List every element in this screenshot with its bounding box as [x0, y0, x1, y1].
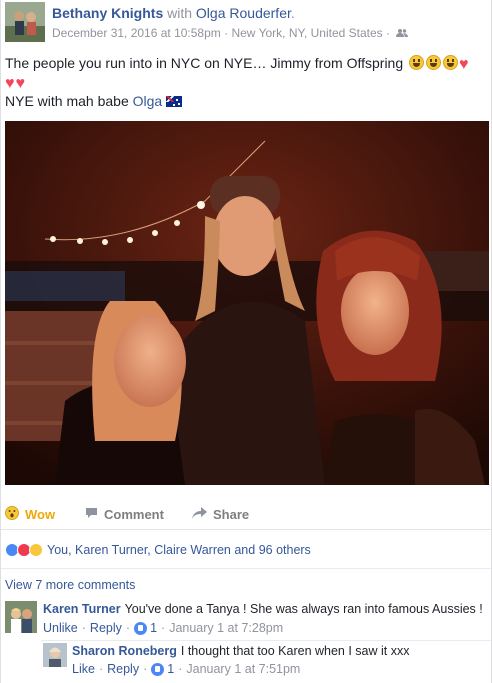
comment-icon — [85, 507, 98, 522]
comment-author-link[interactable]: Karen Turner — [43, 602, 121, 616]
reply-divider — [41, 640, 491, 641]
heart-icon: ♥ — [5, 75, 15, 92]
caption-text: The people you run into in NYC on NYE… J… — [5, 55, 404, 71]
reply-avatar[interactable] — [43, 643, 67, 667]
author-avatar[interactable] — [5, 2, 45, 42]
reply-link[interactable]: Reply — [90, 621, 122, 635]
post-timestamp[interactable]: December 31, 2016 at 10:58pm — [52, 26, 221, 40]
share-button[interactable]: Share — [192, 504, 249, 524]
share-icon — [192, 506, 207, 522]
comment-item: Karen Turner You've done a Tanya ! She wa… — [43, 602, 483, 616]
wow-reaction-button[interactable]: Wow — [5, 504, 55, 524]
grinning-face-icon — [426, 55, 442, 70]
reply-text: I thought that too Karen when I saw it x… — [180, 644, 410, 658]
comment-timestamp[interactable]: January 1 at 7:28pm — [169, 621, 283, 635]
comment-button[interactable]: Comment — [85, 504, 164, 524]
reply-author-link[interactable]: Sharon Roneberg — [72, 644, 177, 658]
reactions-summary[interactable]: You, Karen Turner, Claire Warren and 96 … — [5, 540, 311, 560]
share-label: Share — [213, 506, 250, 522]
view-more-comments-link[interactable]: View 7 more comments — [5, 578, 135, 592]
reply-item: Sharon Roneberg I thought that too Karen … — [72, 644, 409, 658]
wow-label: Wow — [25, 506, 56, 522]
divider — [1, 568, 491, 569]
like-count-icon[interactable] — [151, 662, 165, 676]
post-author-line: Bethany Knights with Olga Rouderfer. — [52, 5, 295, 21]
post-location[interactable]: New York, NY, United States — [231, 26, 382, 40]
comment-text: You've done a Tanya ! She was always ran… — [124, 602, 483, 616]
reply-timestamp[interactable]: January 1 at 7:51pm — [186, 662, 300, 676]
tagged-friend-link[interactable]: Olga Rouderfer — [196, 5, 291, 21]
comment-like-count[interactable]: 1 — [150, 621, 157, 635]
wow-reaction-icon — [29, 543, 43, 557]
commenter-avatar[interactable] — [5, 601, 37, 633]
australia-flag-icon — [166, 96, 183, 107]
reactions-summary-text[interactable]: You, Karen Turner, Claire Warren and 96 … — [47, 543, 311, 557]
comment-meta: Unlike · Reply · 1 · January 1 at 7:28pm — [43, 621, 284, 635]
reply-like-count[interactable]: 1 — [167, 662, 174, 676]
caption-text-2: NYE with mah babe — [5, 93, 129, 109]
reply-meta: Like · Reply · 1 · January 1 at 7:51pm — [72, 662, 301, 676]
grinning-face-icon — [443, 55, 459, 70]
like-count-icon[interactable] — [134, 621, 148, 635]
unlike-link[interactable]: Unlike — [43, 621, 78, 635]
post-photo[interactable] — [5, 121, 489, 485]
friends-icon[interactable] — [396, 27, 409, 41]
comment-label: Comment — [104, 506, 164, 522]
post-caption: The people you run into in NYC on NYE… J… — [5, 54, 489, 111]
heart-icon: ♥ — [459, 56, 469, 73]
grinning-face-icon — [409, 55, 425, 70]
post-meta: December 31, 2016 at 10:58pm · New York,… — [52, 26, 409, 41]
heart-icon: ♥ — [15, 75, 26, 92]
with-label: with — [167, 5, 193, 21]
post-header: Bethany Knights with Olga Rouderfer. Dec… — [5, 2, 489, 44]
facebook-post: Bethany Knights with Olga Rouderfer. Dec… — [0, 0, 492, 683]
post-action-bar: Wow Comment Share — [1, 498, 491, 530]
wow-face-icon — [5, 505, 19, 523]
author-name-link[interactable]: Bethany Knights — [52, 5, 163, 21]
caption-tag-link[interactable]: Olga — [133, 93, 163, 109]
reply-link[interactable]: Reply — [107, 662, 139, 676]
like-link[interactable]: Like — [72, 662, 95, 676]
